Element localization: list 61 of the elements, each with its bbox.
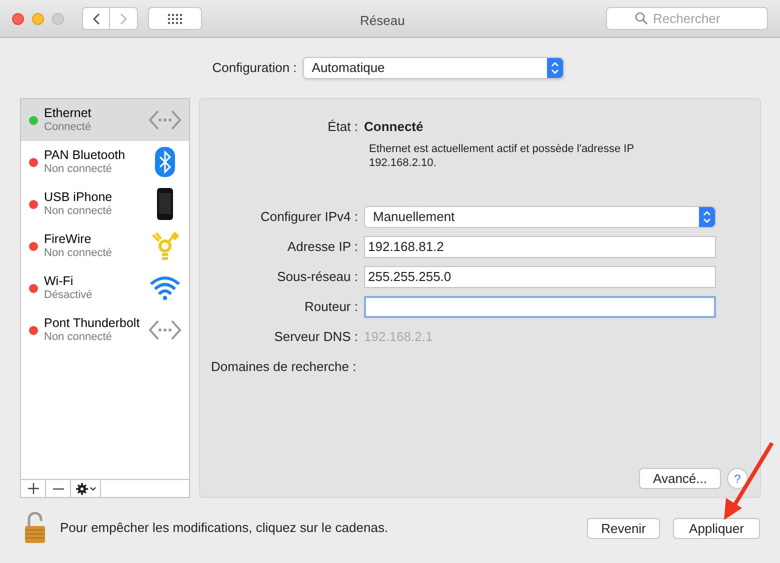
search-field[interactable]: Rechercher — [606, 6, 768, 30]
service-status: Non connecté — [44, 330, 113, 344]
service-status: Non connecté — [44, 204, 113, 218]
service-item[interactable]: Ethernet Connecté — [21, 99, 189, 141]
field-label: Sous-réseau : — [276, 268, 359, 286]
field-label: Routeur : — [304, 298, 359, 316]
service-name: Pont Thunderbolt — [44, 316, 141, 330]
minus-icon — [52, 488, 64, 490]
service-status: Non connecté — [44, 162, 113, 176]
service-item[interactable]: FireWire Non connecté — [21, 225, 189, 267]
chevron-right-icon — [120, 12, 128, 24]
bluetooth-icon — [155, 147, 175, 177]
state-value: Connecté — [364, 118, 424, 136]
service-name: Ethernet — [44, 106, 92, 120]
configuration-select[interactable]: Automatique — [302, 57, 564, 79]
field-label: Domaines de recherche : — [211, 358, 356, 376]
service-item[interactable]: PAN Bluetooth Non connecté — [21, 141, 189, 183]
text-field[interactable] — [364, 296, 716, 318]
service-item[interactable]: Pont Thunderbolt Non connecté — [21, 309, 189, 351]
service-item[interactable]: USB iPhone Non connecté — [21, 183, 189, 225]
footer-button[interactable]: Revenir — [587, 518, 660, 538]
window-title: Réseau — [360, 12, 405, 30]
back-button[interactable] — [82, 7, 110, 30]
configuration-label: Configuration : — [212, 59, 297, 78]
field-label: Serveur DNS : — [273, 328, 359, 346]
service-name: FireWire — [44, 232, 92, 246]
gear-icon — [76, 482, 88, 494]
state-description: Ethernet est actuellement actif et possède l'adresse IP 192.168.2.10. — [369, 142, 635, 170]
wifi-icon — [149, 275, 181, 301]
grid-icon — [168, 14, 182, 24]
service-status: Connecté — [44, 120, 92, 134]
footer-button[interactable]: Appliquer — [673, 518, 760, 538]
firewire-icon — [150, 231, 180, 261]
search-icon — [635, 12, 648, 24]
caret-icon — [90, 486, 96, 490]
service-name: PAN Bluetooth — [44, 148, 126, 162]
stepper-icon — [699, 206, 715, 226]
service-item[interactable]: Wi-Fi Désactivé — [21, 267, 189, 309]
advanced-button[interactable]: Avancé... — [639, 468, 721, 489]
service-name: Wi-Fi — [44, 274, 74, 288]
network-arrows-icon — [148, 319, 182, 341]
phone-icon — [157, 188, 173, 220]
chevron-left-icon — [92, 12, 100, 24]
state-label: État : — [326, 118, 359, 136]
field-label: Adresse IP : — [286, 238, 359, 256]
help-button[interactable]: ? — [727, 468, 748, 489]
stepper-icon — [546, 58, 563, 78]
padlock-icon — [24, 512, 46, 544]
grid-button[interactable] — [148, 7, 202, 30]
field-label: Configurer IPv4 : — [259, 208, 359, 226]
service-name: USB iPhone — [44, 190, 114, 204]
text-field[interactable]: 255.255.255.0 — [364, 266, 716, 288]
ipv4-select[interactable]: Manuellement — [364, 206, 716, 228]
network-arrows-icon — [148, 109, 182, 131]
close-button[interactable] — [12, 12, 24, 24]
text-field[interactable]: 192.168.81.2 — [364, 236, 716, 258]
lock-message: Pour empêcher les modifications, cliquez sur le cadenas. — [60, 519, 388, 538]
service-status: Désactivé — [44, 288, 94, 302]
service-status: Non connecté — [44, 246, 113, 260]
plus-icon — [28, 483, 38, 494]
field-value: 192.168.2.1 — [364, 328, 433, 346]
